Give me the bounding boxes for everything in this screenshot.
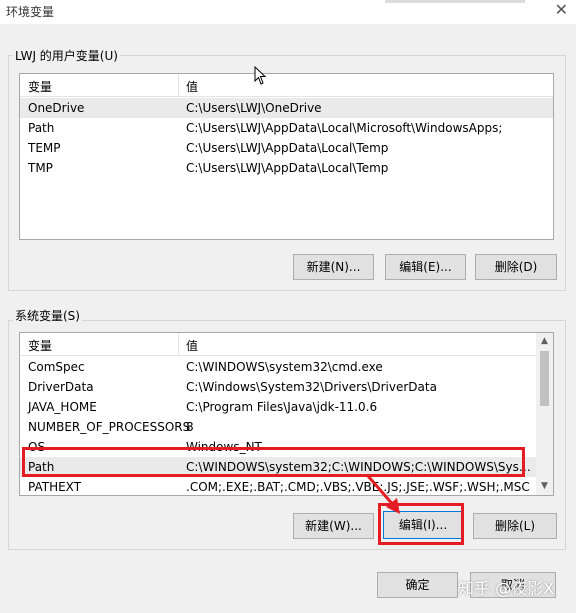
header-variable[interactable]: 变量 xyxy=(28,78,52,95)
scroll-down-icon[interactable]: ▼ xyxy=(536,478,553,495)
var-name: DriverData xyxy=(28,380,94,394)
scroll-up-icon[interactable]: ▲ xyxy=(536,333,553,350)
table-row[interactable]: TMP C:\Users\LWJ\AppData\Local\Temp xyxy=(20,158,553,178)
path-highlight-box xyxy=(22,447,525,477)
title-bar-shadow xyxy=(385,0,525,3)
var-name: TEMP xyxy=(28,141,61,155)
var-value: C:\Users\LWJ\AppData\Local\Temp xyxy=(186,161,389,175)
user-edit-button[interactable]: 编辑(E)... xyxy=(385,254,466,280)
system-vars-header: 变量 值 xyxy=(20,333,538,356)
header-value[interactable]: 值 xyxy=(186,337,198,354)
var-value: .COM;.EXE;.BAT;.CMD;.VBS;.VBE;.JS;.JSE;.… xyxy=(186,480,530,494)
header-separator xyxy=(178,333,179,355)
watermark: 知乎 @夜影X xyxy=(458,579,555,598)
var-value: C:\WINDOWS\system32\cmd.exe xyxy=(186,360,383,374)
user-vars-header: 变量 值 xyxy=(20,74,553,97)
var-value: C:\Users\LWJ\OneDrive xyxy=(186,101,322,115)
system-delete-button[interactable]: 删除(L) xyxy=(473,513,557,539)
user-delete-button[interactable]: 删除(D) xyxy=(475,254,557,280)
var-value: C:\Users\LWJ\AppData\Local\Temp xyxy=(186,141,389,155)
header-separator xyxy=(178,74,179,96)
table-row[interactable]: PATHEXT .COM;.EXE;.BAT;.CMD;.VBS;.VBE;.J… xyxy=(20,477,538,495)
user-vars-group-label: LWJ 的用户变量(U) xyxy=(13,47,120,64)
table-row[interactable]: Path C:\Users\LWJ\AppData\Local\Microsof… xyxy=(20,118,553,138)
scroll-thumb[interactable] xyxy=(540,351,549,406)
table-row[interactable]: TEMP C:\Users\LWJ\AppData\Local\Temp xyxy=(20,138,553,158)
vertical-scrollbar[interactable]: ▲ ▼ xyxy=(536,333,553,495)
header-variable[interactable]: 变量 xyxy=(28,337,52,354)
ok-button[interactable]: 确定 xyxy=(377,572,458,598)
table-row[interactable]: DriverData C:\Windows\System32\Drivers\D… xyxy=(20,377,538,397)
var-name: JAVA_HOME xyxy=(28,400,97,414)
var-name: OneDrive xyxy=(28,101,85,115)
var-value: C:\Users\LWJ\AppData\Local\Microsoft\Win… xyxy=(186,121,503,135)
user-vars-list[interactable]: 变量 值 OneDrive C:\Users\LWJ\OneDrive Path… xyxy=(19,73,554,240)
table-row[interactable]: JAVA_HOME C:\Program Files\Java\jdk-11.0… xyxy=(20,397,538,417)
var-value: C:\Windows\System32\Drivers\DriverData xyxy=(186,380,437,394)
table-row[interactable]: OneDrive C:\Users\LWJ\OneDrive xyxy=(20,98,553,118)
close-icon[interactable]: ✕ xyxy=(555,0,568,19)
header-value[interactable]: 值 xyxy=(186,78,198,95)
table-row[interactable]: NUMBER_OF_PROCESSORS 8 xyxy=(20,417,538,437)
cursor-icon xyxy=(254,66,267,85)
table-row[interactable]: ComSpec C:\WINDOWS\system32\cmd.exe xyxy=(20,357,538,377)
var-value: C:\Program Files\Java\jdk-11.0.6 xyxy=(186,400,378,414)
var-value: 8 xyxy=(186,420,194,434)
user-new-button[interactable]: 新建(N)... xyxy=(293,254,374,280)
var-name: TMP xyxy=(28,161,53,175)
var-name: ComSpec xyxy=(28,360,85,374)
var-name: Path xyxy=(28,121,55,135)
title-bar: 环境变量 ✕ xyxy=(0,0,576,24)
var-name: NUMBER_OF_PROCESSORS xyxy=(28,420,191,434)
system-vars-group-label: 系统变量(S) xyxy=(13,307,82,324)
var-name: PATHEXT xyxy=(28,480,82,494)
arrow-icon xyxy=(366,475,400,514)
window-title: 环境变量 xyxy=(6,5,55,19)
